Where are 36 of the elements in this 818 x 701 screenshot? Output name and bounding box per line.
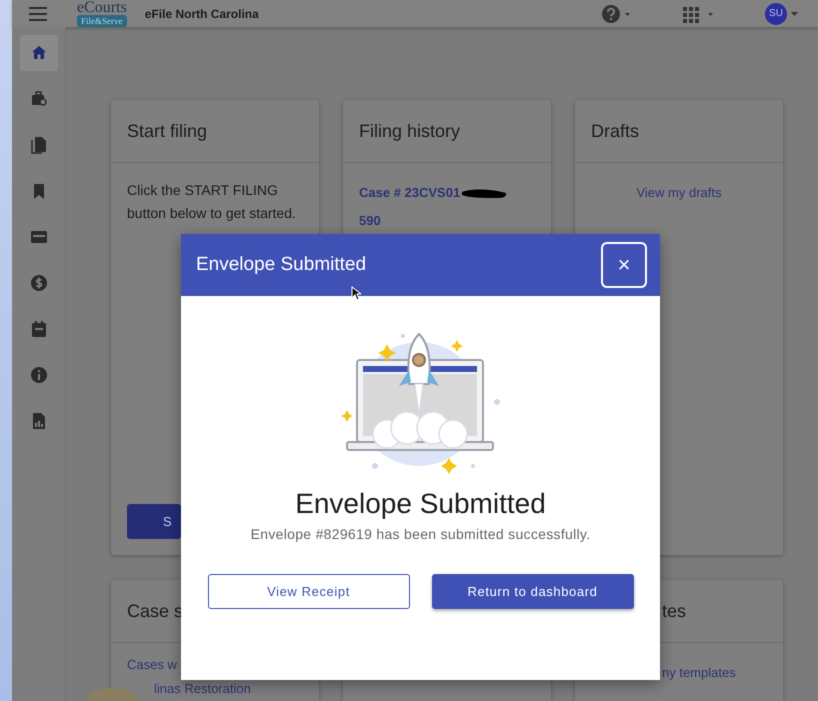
cursor-icon (351, 286, 361, 301)
case-link[interactable]: Case # 23CVS01 (359, 179, 460, 207)
user-avatar[interactable]: SU (765, 2, 787, 24)
logo-text: eCourts (77, 0, 127, 15)
dialog-message: Envelope #829619 has been submitted successfully. (250, 526, 590, 542)
view-receipt-button[interactable]: View Receipt (208, 574, 410, 609)
close-button[interactable]: × (601, 242, 647, 288)
card-title: Drafts (575, 100, 783, 163)
logo[interactable]: eCourts File&Serve (77, 0, 127, 27)
card-title: Filing history (343, 100, 551, 163)
templates-link[interactable]: ny templates (662, 659, 767, 687)
view-drafts-link[interactable]: View my drafts (636, 179, 722, 207)
home-icon (30, 44, 48, 62)
dialog-heading: Envelope Submitted (295, 488, 546, 520)
case-link[interactable]: Cases w (127, 657, 177, 673)
sidebar-item[interactable] (20, 35, 58, 71)
help-icon[interactable] (601, 4, 631, 24)
app-title: eFile North Carolina (144, 6, 259, 20)
card-title: Start filing (111, 100, 319, 163)
dollar-icon (30, 274, 48, 292)
card-text: Click the START FILING button below to get started. (127, 181, 297, 223)
calendar-icon (30, 320, 48, 338)
return-to-dashboard-button[interactable]: Return to dashboard (432, 574, 634, 609)
document-icon (30, 136, 48, 154)
caret-icon[interactable] (791, 12, 798, 16)
dialog-title: Envelope Submitted (196, 254, 366, 276)
card-title: tes (662, 600, 686, 622)
case-link[interactable]: linas Restoration (154, 681, 251, 696)
case-link[interactable]: 590 (359, 207, 535, 235)
logo-badge: File&Serve (77, 15, 126, 27)
card-icon (30, 228, 48, 246)
redaction-mark (460, 187, 508, 199)
start-filing-button[interactable]: S (127, 504, 181, 539)
menu-icon[interactable] (29, 6, 47, 20)
info-icon (30, 366, 48, 384)
briefcase-search-icon (30, 90, 48, 108)
